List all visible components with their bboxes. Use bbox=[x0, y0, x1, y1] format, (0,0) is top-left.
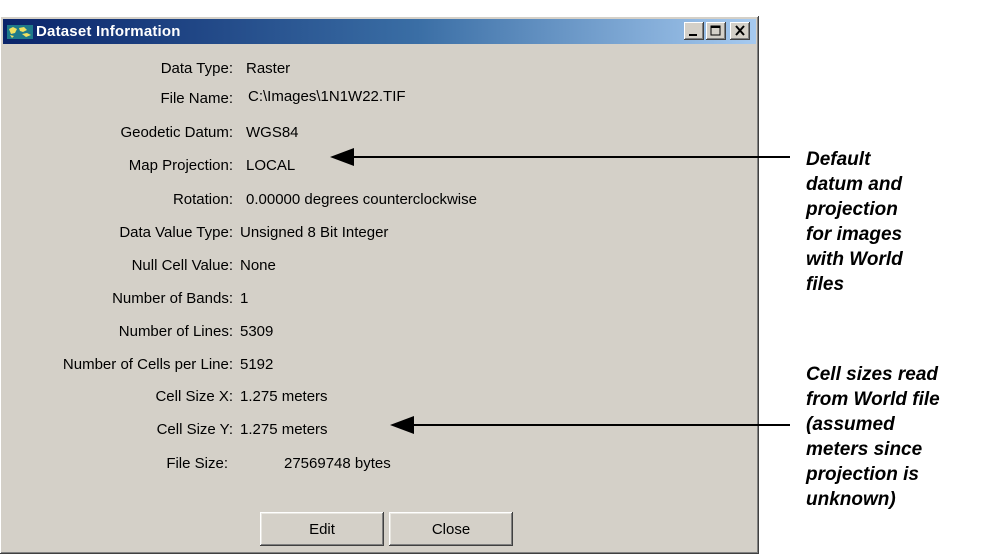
cell-size-arrow bbox=[390, 416, 790, 434]
datum-arrow bbox=[330, 148, 790, 166]
cell-size-annotation: Cell sizes read from World file (assumed… bbox=[806, 364, 940, 510]
datum-annotation: Default datum and projection for images … bbox=[806, 149, 903, 295]
